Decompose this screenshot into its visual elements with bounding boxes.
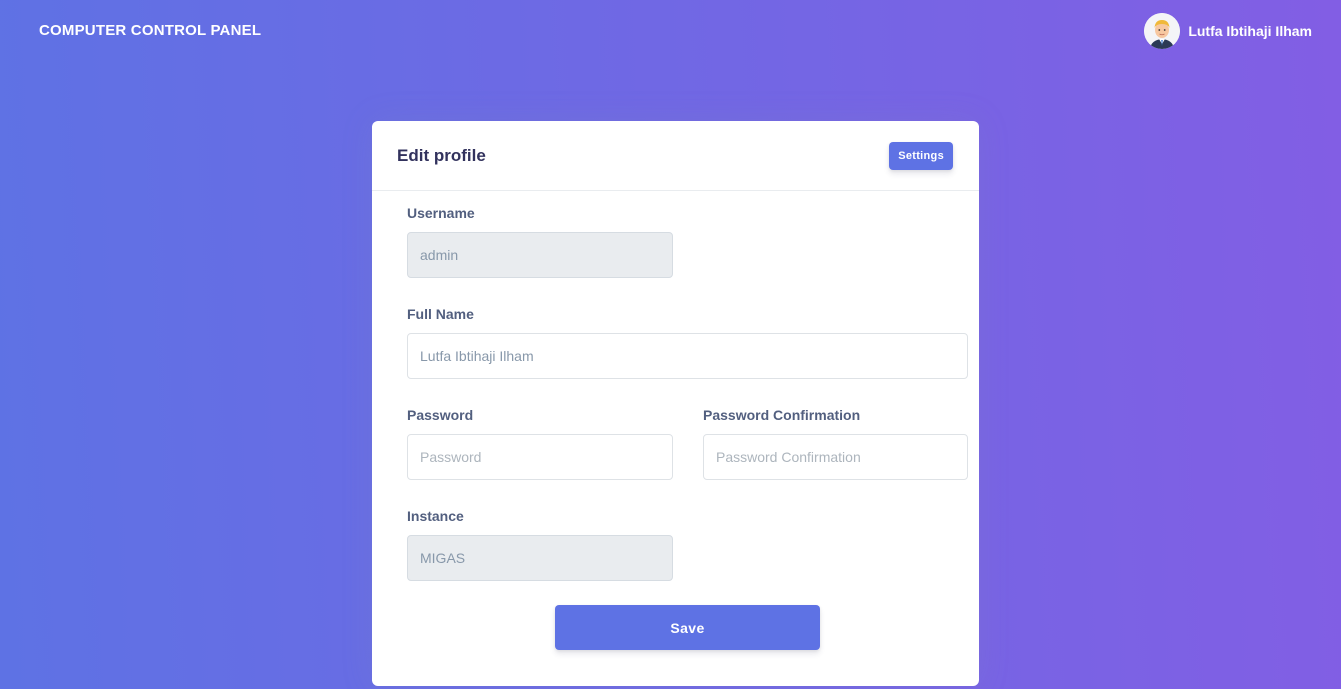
- username-field[interactable]: [407, 232, 673, 278]
- user-avatar-icon[interactable]: [1144, 13, 1181, 49]
- instance-label: Instance: [407, 508, 464, 524]
- save-button[interactable]: Save: [555, 605, 820, 650]
- app-brand[interactable]: COMPUTER CONTROL PANEL: [39, 22, 261, 39]
- full-name-label: Full Name: [407, 306, 474, 322]
- username-label: Username: [407, 205, 475, 221]
- page-title: Edit profile: [397, 146, 486, 165]
- instance-field[interactable]: [407, 535, 673, 581]
- full-name-field[interactable]: [407, 333, 968, 379]
- password-field[interactable]: [407, 434, 673, 480]
- user-name[interactable]: Lutfa Ibtihaji Ilham: [1188, 23, 1312, 39]
- password-confirmation-label: Password Confirmation: [703, 407, 861, 423]
- settings-button[interactable]: Settings: [889, 142, 953, 170]
- user-menu[interactable]: Lutfa Ibtihaji Ilham: [1144, 13, 1312, 49]
- password-label: Password: [407, 407, 474, 423]
- card-header: Edit profile Settings: [372, 121, 979, 191]
- password-confirmation-field[interactable]: [703, 434, 968, 480]
- edit-profile-card: Edit profile Settings Username Full Name…: [372, 121, 979, 686]
